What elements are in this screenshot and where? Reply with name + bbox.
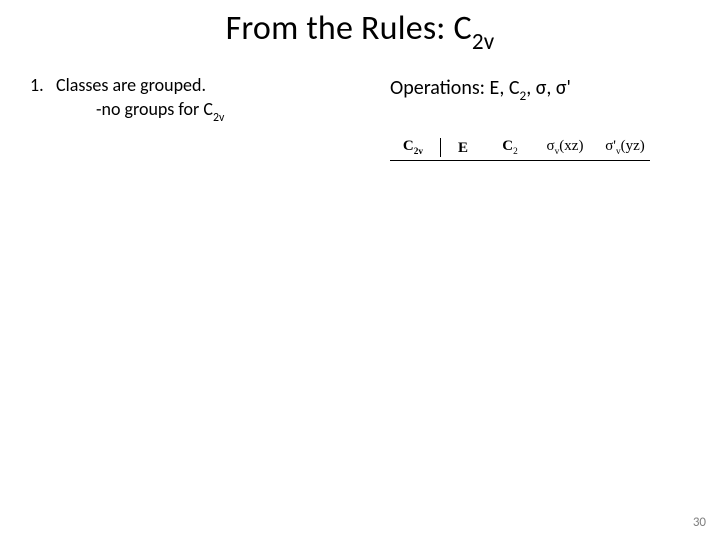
- table-col-c2: C2: [485, 138, 535, 157]
- slide-title: From the Rules: C2v: [0, 8, 720, 54]
- table-header-row: C2v E C2 σv(xz) σ'v(yz): [390, 136, 650, 161]
- col-sv-par: (xz): [559, 138, 583, 154]
- rule-subline-subscript: 2v: [213, 111, 224, 125]
- col-c2-sub: 2: [513, 147, 518, 157]
- title-subscript: 2v: [472, 28, 495, 56]
- page-number: 30: [693, 515, 706, 530]
- rule-item-1: 1. Classes are grouped.: [30, 74, 360, 96]
- col-svp-sym: σ': [605, 138, 616, 154]
- pg-sub: 2v: [414, 147, 423, 157]
- rule-subline: -no groups for C2v: [96, 98, 360, 124]
- rule-number: 1.: [30, 74, 56, 96]
- col-svp-par: (yz): [621, 138, 645, 154]
- rule-subline-text: -no groups for C: [96, 98, 213, 120]
- col-sv-sym: σ: [547, 138, 555, 154]
- operations-post: , σ, σ': [526, 76, 571, 100]
- character-table: C2v E C2 σv(xz) σ'v(yz): [390, 136, 650, 161]
- operations-pre: Operations: E, C: [390, 76, 520, 100]
- pg-pre: C: [403, 138, 414, 154]
- rule-text-line1: Classes are grouped.: [56, 74, 360, 96]
- table-col-e: E: [441, 140, 485, 157]
- operations-sub: 2: [520, 87, 527, 104]
- operations-line: Operations: E, C2, σ, σ': [390, 76, 571, 103]
- table-col-sigma-v-prime: σ'v(yz): [595, 138, 655, 157]
- table-head-pointgroup: C2v: [390, 138, 441, 157]
- col-e-text: E: [458, 140, 468, 156]
- slide: From the Rules: C2v 1. Classes are group…: [0, 0, 720, 540]
- rule-list: 1. Classes are grouped. -no groups for C…: [30, 74, 360, 124]
- title-text: From the Rules: C: [226, 8, 472, 49]
- table-col-sigma-v: σv(xz): [535, 138, 595, 157]
- col-c2-pre: C: [502, 138, 513, 154]
